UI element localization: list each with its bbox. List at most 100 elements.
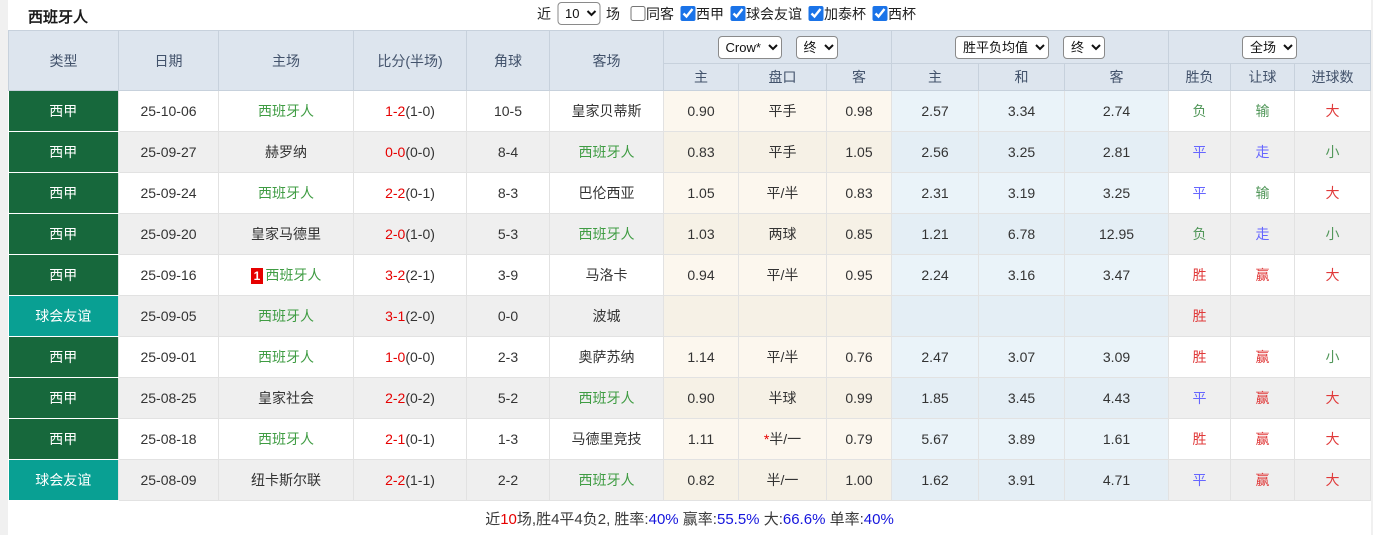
asian-company-select[interactable]: Crow* xyxy=(718,36,782,59)
away-team-cell: 西班牙人 xyxy=(550,132,664,173)
sub-header-ah-home: 主 xyxy=(664,64,739,91)
full-time-score: 3-2 xyxy=(385,267,405,283)
sub-header-ah-line: 盘口 xyxy=(739,64,827,91)
eu-away-odds-cell: 2.74 xyxy=(1065,91,1169,132)
away-team-cell: 巴伦西亚 xyxy=(550,173,664,214)
home-team-cell: 皇家社会 xyxy=(219,378,354,419)
match-row: 西甲25-09-24西班牙人2-2(0-1)8-3巴伦西亚1.05平/半0.83… xyxy=(9,173,1371,214)
europe-time-select[interactable]: 终 xyxy=(1063,36,1105,59)
col-header-score: 比分(半场) xyxy=(354,31,467,91)
match-type-cell: 西甲 xyxy=(9,255,119,296)
filter-checkbox-4[interactable] xyxy=(808,6,823,21)
half-time-score: (0-1) xyxy=(405,185,435,201)
match-date-cell: 25-08-25 xyxy=(119,378,219,419)
corners-cell: 5-2 xyxy=(467,378,550,419)
ah-line-cell: 平/半 xyxy=(739,173,827,214)
sub-header-handicap: 让球 xyxy=(1231,64,1295,91)
match-date-cell: 25-08-18 xyxy=(119,419,219,460)
half-time-score: (0-1) xyxy=(405,431,435,447)
home-team-cell: 西班牙人 xyxy=(219,296,354,337)
half-time-score: (0-0) xyxy=(405,349,435,365)
ah-home-odds-cell: 0.90 xyxy=(664,378,739,419)
score-cell: 3-1(2-0) xyxy=(354,296,467,337)
recent-label: 近 xyxy=(537,4,551,24)
full-time-score: 2-0 xyxy=(385,226,405,242)
away-team-name: 西班牙人 xyxy=(579,472,635,488)
match-date-cell: 25-09-20 xyxy=(119,214,219,255)
sub-header-goals: 进球数 xyxy=(1295,64,1371,91)
scope-select[interactable]: 全场 xyxy=(1242,36,1297,59)
eu-draw-odds-cell: 3.89 xyxy=(979,419,1065,460)
ah-away-odds-cell: 1.05 xyxy=(827,132,892,173)
filter-2: 西甲 xyxy=(674,4,724,24)
asian-time-select[interactable]: 终 xyxy=(796,36,838,59)
home-team-name: 西班牙人 xyxy=(258,308,314,324)
eu-away-odds-cell: 4.71 xyxy=(1065,460,1169,501)
handicap-result-cell: 赢 xyxy=(1231,337,1295,378)
score-cell: 2-2(0-2) xyxy=(354,378,467,419)
away-team-cell: 皇家贝蒂斯 xyxy=(550,91,664,132)
home-team-name: 纽卡斯尔联 xyxy=(251,472,321,488)
goals-result-cell xyxy=(1295,296,1371,337)
filter-checkbox-2[interactable] xyxy=(680,6,695,21)
away-team-name: 西班牙人 xyxy=(579,226,635,242)
result-cell: 平 xyxy=(1169,378,1231,419)
match-row: 球会友谊25-09-05西班牙人3-1(2-0)0-0波城胜 xyxy=(9,296,1371,337)
away-team-name: 奥萨苏纳 xyxy=(579,349,635,365)
ah-home-odds-cell: 1.11 xyxy=(664,419,739,460)
result-cell: 胜 xyxy=(1169,296,1231,337)
page: 西班牙人 近 10 场 同客西甲球会友谊加泰杯西杯 类型 日期 主场 比分(半场… xyxy=(8,0,1371,535)
match-type-cell: 西甲 xyxy=(9,419,119,460)
match-type-cell: 西甲 xyxy=(9,132,119,173)
score-cell: 3-2(2-1) xyxy=(354,255,467,296)
match-table: 类型 日期 主场 比分(半场) 角球 客场 Crow* 终 胜平负均值 终 xyxy=(8,30,1371,501)
full-time-score: 1-0 xyxy=(385,349,405,365)
full-time-score: 2-2 xyxy=(385,185,405,201)
ah-home-odds-cell: 1.14 xyxy=(664,337,739,378)
away-team-name: 马洛卡 xyxy=(586,267,628,283)
filter-checkbox-1[interactable] xyxy=(630,6,645,21)
summary-segment: 赢率: xyxy=(679,511,717,528)
full-time-score: 1-2 xyxy=(385,103,405,119)
sub-header-eu-home: 主 xyxy=(892,64,979,91)
goals-result-cell: 大 xyxy=(1295,173,1371,214)
filter-controls: 近 10 场 同客西甲球会友谊加泰杯西杯 xyxy=(533,2,916,25)
europe-company-select[interactable]: 胜平负均值 xyxy=(955,36,1049,59)
match-count-select[interactable]: 10 xyxy=(557,2,600,25)
eu-home-odds-cell: 2.56 xyxy=(892,132,979,173)
summary-bar: 近10场,胜4平4负2, 胜率:40% 赢率:55.5% 大:66.6% 单率:… xyxy=(8,501,1371,535)
home-team-name: 西班牙人 xyxy=(258,431,314,447)
red-card-badge: 1 xyxy=(251,268,264,284)
filter-checkbox-3[interactable] xyxy=(730,6,745,21)
ah-line-cell: 两球 xyxy=(739,214,827,255)
filter-label: 同客 xyxy=(646,4,674,24)
full-time-score: 2-2 xyxy=(385,472,405,488)
home-team-cell: 1西班牙人 xyxy=(219,255,354,296)
half-time-score: (2-0) xyxy=(405,308,435,324)
match-date-cell: 25-08-09 xyxy=(119,460,219,501)
goals-result-cell: 大 xyxy=(1295,419,1371,460)
sub-header-eu-away: 客 xyxy=(1065,64,1169,91)
match-type-cell: 球会友谊 xyxy=(9,296,119,337)
match-row: 西甲25-09-161西班牙人3-2(2-1)3-9马洛卡0.94平/半0.95… xyxy=(9,255,1371,296)
corners-cell: 2-3 xyxy=(467,337,550,378)
filter-checkbox-5[interactable] xyxy=(872,6,887,21)
col-header-date: 日期 xyxy=(119,31,219,91)
eu-draw-odds-cell: 3.16 xyxy=(979,255,1065,296)
home-team-name: 西班牙人 xyxy=(258,349,314,365)
filter-3: 球会友谊 xyxy=(724,4,802,24)
filter-1: 同客 xyxy=(624,4,674,24)
away-team-name: 皇家贝蒂斯 xyxy=(572,103,642,119)
sub-header-result: 胜负 xyxy=(1169,64,1231,91)
match-row: 西甲25-08-18西班牙人2-1(0-1)1-3马德里竞技1.11*半/一0.… xyxy=(9,419,1371,460)
match-date-cell: 25-09-01 xyxy=(119,337,219,378)
ah-home-odds-cell: 0.90 xyxy=(664,91,739,132)
home-team-cell: 赫罗纳 xyxy=(219,132,354,173)
col-header-corners: 角球 xyxy=(467,31,550,91)
eu-draw-odds-cell: 3.91 xyxy=(979,460,1065,501)
corners-cell: 1-3 xyxy=(467,419,550,460)
match-type-cell: 西甲 xyxy=(9,91,119,132)
away-team-cell: 奥萨苏纳 xyxy=(550,337,664,378)
half-time-score: (0-0) xyxy=(405,144,435,160)
eu-home-odds-cell: 5.67 xyxy=(892,419,979,460)
